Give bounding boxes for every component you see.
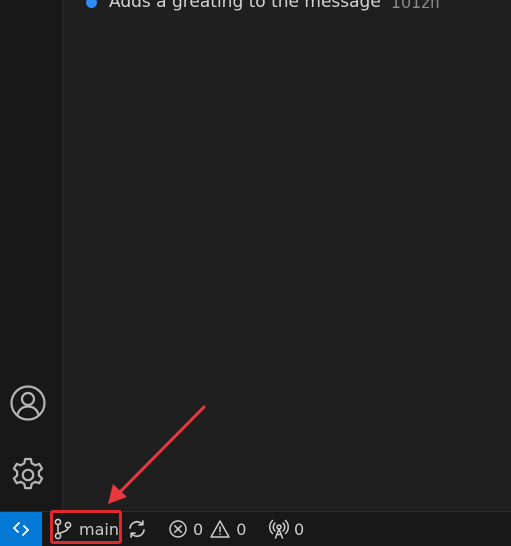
branch-status-item[interactable]: main [52,512,119,546]
sync-icon [129,520,145,538]
commit-dot-icon [86,0,97,8]
warnings-count: 0 [236,519,247,539]
commit-hash: 101zfi [390,0,440,12]
branch-name: main [79,519,119,539]
error-icon [169,520,187,538]
errors-count: 0 [193,519,204,539]
warning-icon [210,520,230,538]
ports-status-item[interactable]: 0 [268,512,304,546]
status-bar: main 0 0 0 [0,511,511,546]
manage-button[interactable] [8,455,48,495]
remote-icon [13,522,29,536]
sync-button[interactable] [126,512,148,546]
editor-area [63,0,511,511]
vscode-window: Adds a greating to the message 101zfi ma… [0,0,511,546]
git-branch-icon [54,518,72,540]
accounts-button[interactable] [8,383,48,423]
broadcast-icon [268,519,290,539]
activity-bar [0,0,56,511]
ports-count: 0 [294,519,305,539]
commit-list-item[interactable]: Adds a greating to the message 101zfi [86,0,440,12]
account-icon [10,385,46,421]
commit-message: Adds a greating to the message [109,0,381,12]
remote-indicator-button[interactable] [0,512,42,546]
problems-status-item[interactable]: 0 0 [168,512,246,546]
gear-icon [12,457,44,490]
